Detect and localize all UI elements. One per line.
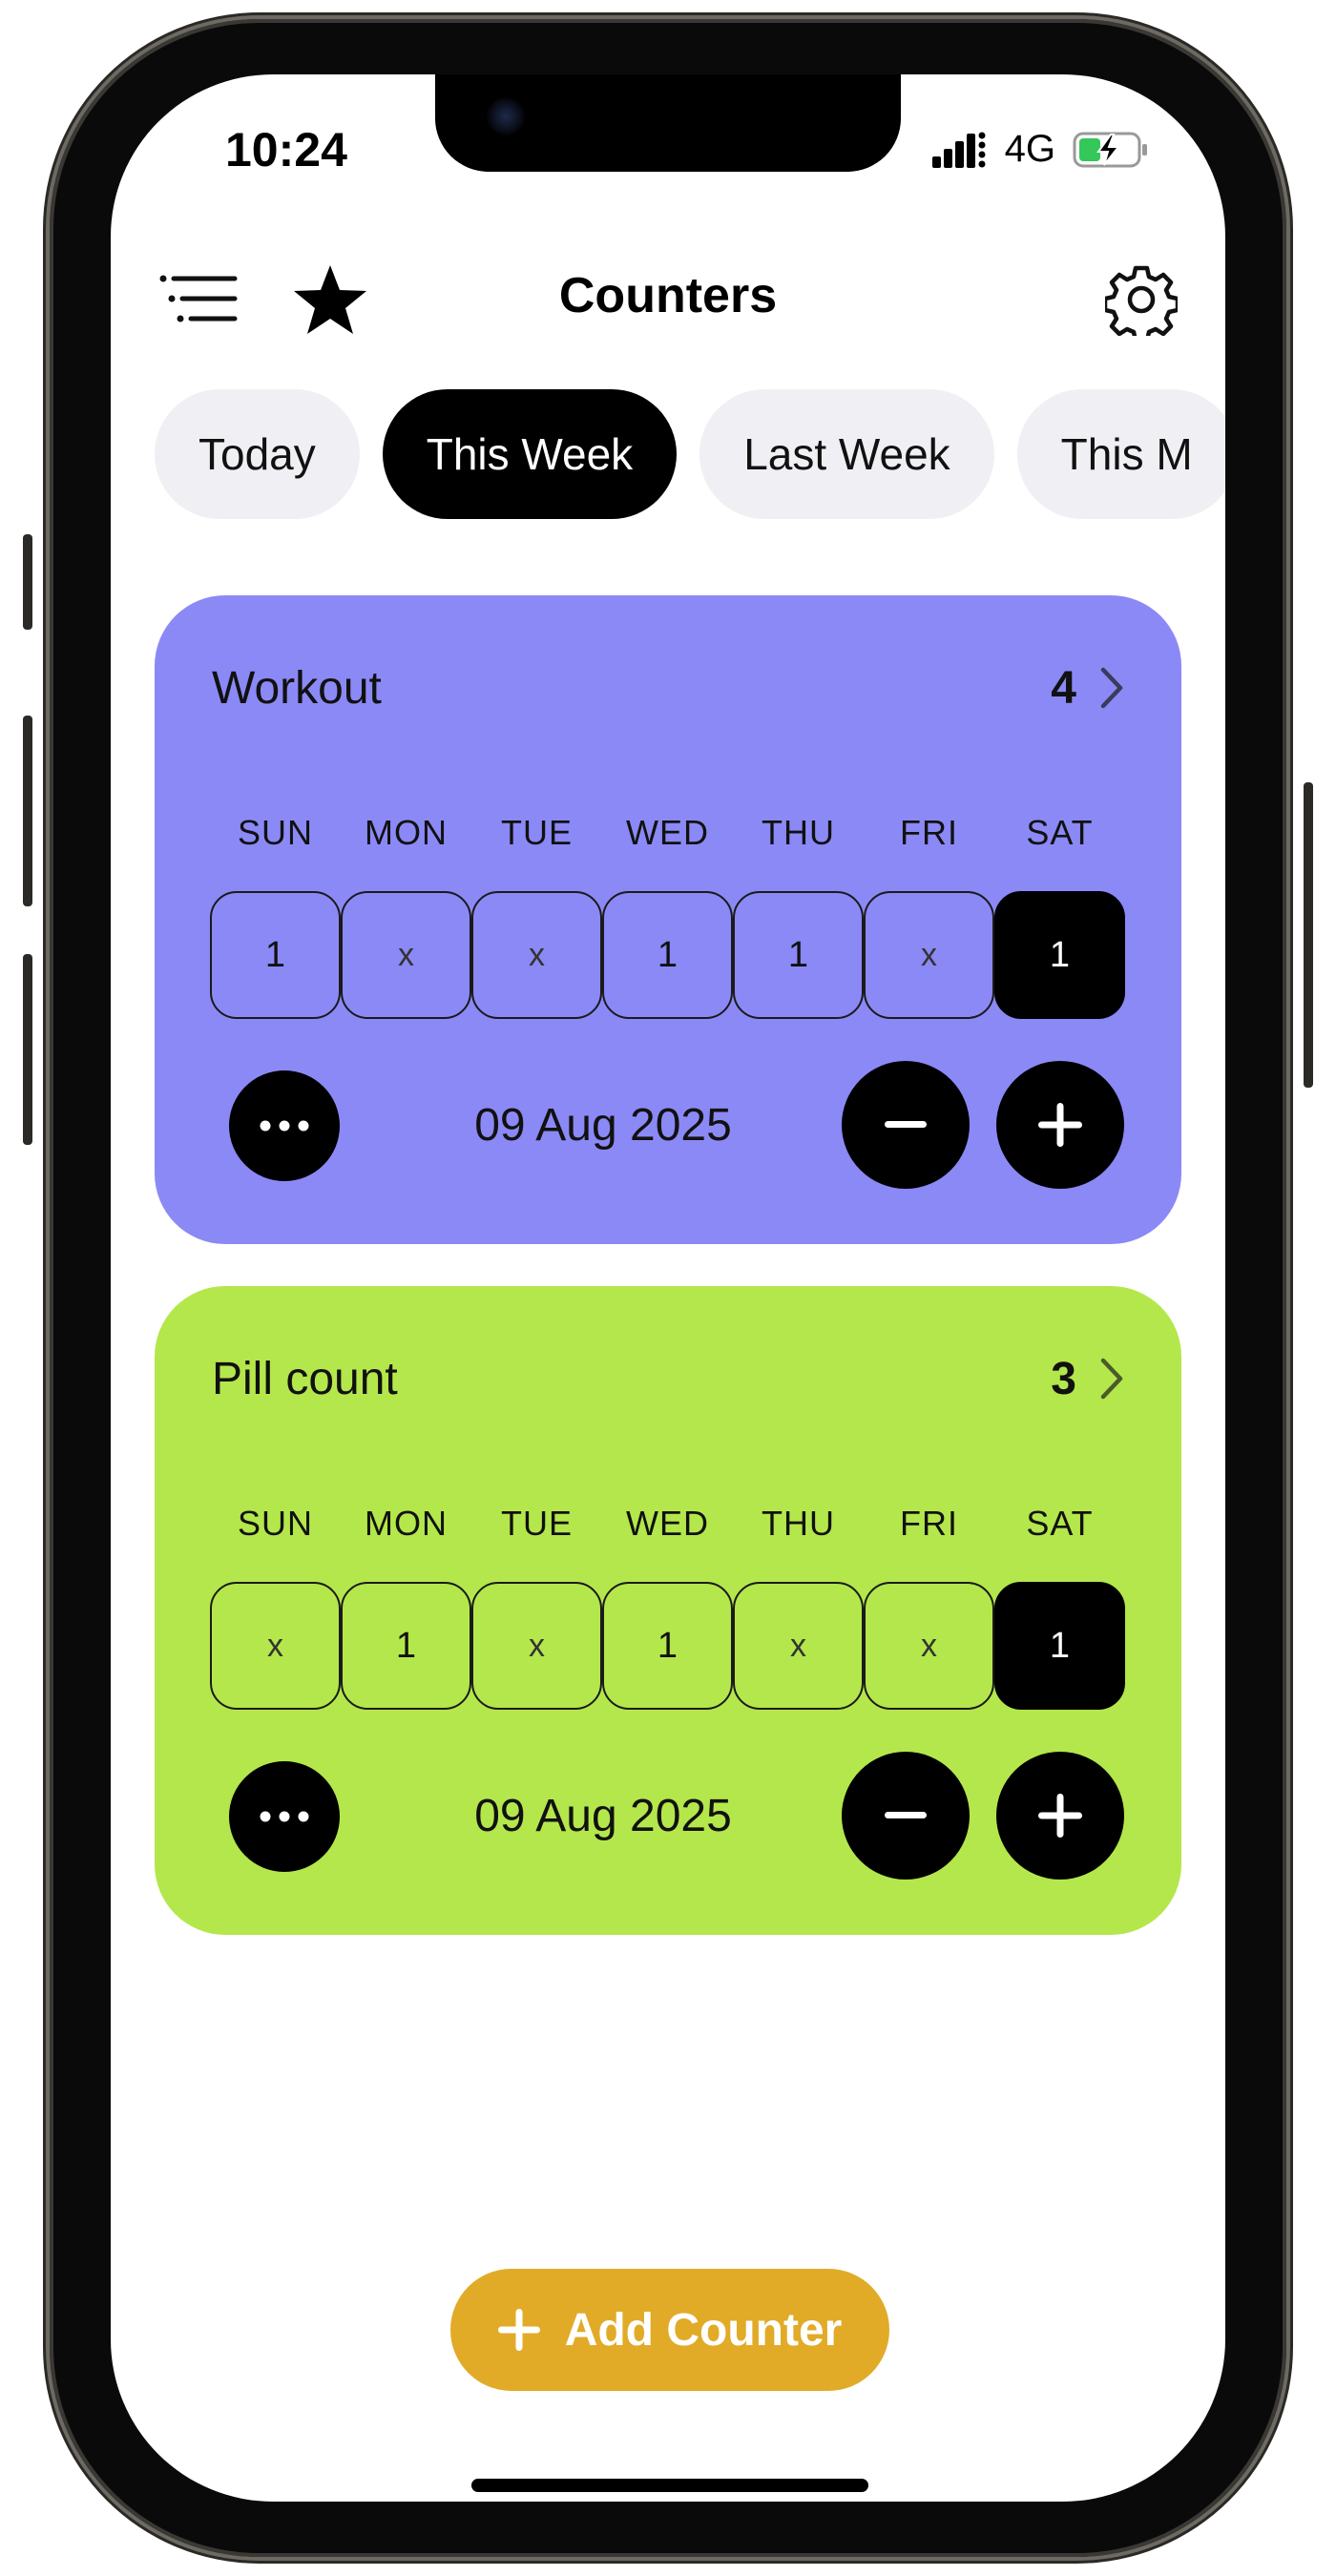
day-label: SUN <box>237 813 313 852</box>
settings-gear-icon[interactable] <box>1105 263 1178 336</box>
chip-this-month[interactable]: This M <box>1016 389 1225 519</box>
day-cell-tue[interactable]: x <box>471 1582 602 1710</box>
add-counter-button[interactable]: Add Counter <box>450 2269 889 2391</box>
minus-icon <box>885 1812 927 1818</box>
camera <box>487 97 525 135</box>
day-cell-tue[interactable]: x <box>471 891 602 1019</box>
counter-total: 3 <box>1051 1354 1076 1404</box>
decrement-button[interactable] <box>842 1061 970 1189</box>
increment-button[interactable] <box>996 1752 1124 1880</box>
minus-icon <box>885 1121 927 1128</box>
power-button <box>1304 782 1313 1088</box>
day-cell-thu[interactable]: 1 <box>733 891 864 1019</box>
day-cell-mon[interactable]: x <box>341 891 471 1019</box>
day-cell-sun[interactable]: 1 <box>210 891 341 1019</box>
selected-date: 09 Aug 2025 <box>474 1791 732 1841</box>
more-options-button[interactable] <box>229 1761 340 1872</box>
volume-down-button <box>23 954 32 1145</box>
day-label: THU <box>762 813 835 852</box>
day-label: FRI <box>900 813 958 852</box>
day-cell-wed[interactable]: 1 <box>602 1582 733 1710</box>
chip-last-week[interactable]: Last Week <box>699 389 994 519</box>
counter-name: Workout <box>212 663 382 714</box>
day-cell-mon[interactable]: 1 <box>341 1582 471 1710</box>
day-cell-thu[interactable]: x <box>733 1582 864 1710</box>
home-indicator[interactable] <box>471 2479 868 2492</box>
increment-button[interactable] <box>996 1061 1124 1189</box>
ellipsis-icon <box>260 1811 309 1822</box>
weekday-labels: SUN MON TUE WED THU FRI SAT <box>210 1504 1126 1544</box>
day-cells: x 1 x 1 x x 1 <box>210 1582 1126 1710</box>
battery-charging-icon <box>1073 132 1147 167</box>
network-type: 4G <box>1004 128 1055 170</box>
filter-chips: Today This Week Last Week This M <box>155 389 1225 519</box>
page-title: Counters <box>558 268 778 323</box>
decrement-button[interactable] <box>842 1752 970 1880</box>
day-cell-sat-today[interactable]: 1 <box>994 891 1125 1019</box>
counter-total: 4 <box>1051 663 1076 714</box>
plus-icon <box>497 2309 540 2351</box>
screen: 10:24 4G Counters Today This Week Last W… <box>111 74 1225 2502</box>
volume-up-button <box>23 716 32 906</box>
status-right: 4G <box>931 128 1149 171</box>
weekday-labels: SUN MON TUE WED THU FRI SAT <box>210 813 1126 853</box>
day-label: MON <box>365 813 448 852</box>
day-label: TUE <box>501 1504 573 1543</box>
chevron-right-icon[interactable] <box>1097 666 1126 710</box>
ellipsis-icon <box>260 1120 309 1132</box>
day-cell-sat-today[interactable]: 1 <box>994 1582 1125 1710</box>
counter-card-workout[interactable]: Workout 4 SUN MON TUE WED THU FRI SAT 1 … <box>155 595 1181 1244</box>
day-label: TUE <box>501 813 573 852</box>
day-label: WED <box>626 813 709 852</box>
counter-card-pill-count[interactable]: Pill count 3 SUN MON TUE WED THU FRI SAT… <box>155 1286 1181 1935</box>
chevron-right-icon[interactable] <box>1097 1357 1126 1401</box>
day-cell-fri[interactable]: x <box>864 1582 994 1710</box>
day-label: THU <box>762 1504 835 1543</box>
day-label: WED <box>626 1504 709 1543</box>
day-cells: 1 x x 1 1 x 1 <box>210 891 1126 1019</box>
top-bar: Counters <box>111 246 1225 351</box>
more-options-button[interactable] <box>229 1070 340 1181</box>
day-label: MON <box>365 1504 448 1543</box>
day-label: SAT <box>1026 813 1094 852</box>
plus-icon <box>1038 1103 1082 1147</box>
silent-switch <box>23 534 32 630</box>
counter-name: Pill count <box>212 1354 398 1404</box>
add-counter-label: Add Counter <box>564 2304 843 2356</box>
signal-icon <box>931 132 986 168</box>
day-cell-wed[interactable]: 1 <box>602 891 733 1019</box>
day-cell-fri[interactable]: x <box>864 891 994 1019</box>
notch <box>435 74 901 172</box>
day-label: FRI <box>900 1504 958 1543</box>
day-label: SUN <box>237 1504 313 1543</box>
selected-date: 09 Aug 2025 <box>474 1100 732 1151</box>
chip-today[interactable]: Today <box>155 389 360 519</box>
day-label: SAT <box>1026 1504 1094 1543</box>
day-cell-sun[interactable]: x <box>210 1582 341 1710</box>
status-time: 10:24 <box>225 123 347 177</box>
chip-this-week[interactable]: This Week <box>382 389 678 519</box>
phone-frame: 10:24 4G Counters Today This Week Last W… <box>23 19 1313 2557</box>
plus-icon <box>1038 1794 1082 1838</box>
